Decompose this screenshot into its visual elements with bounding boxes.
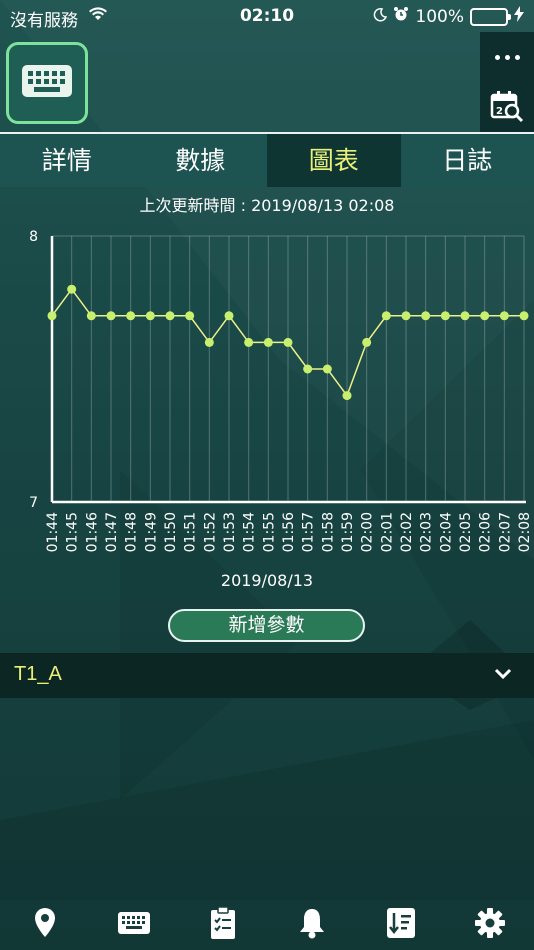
header-actions: 2 bbox=[480, 32, 534, 132]
svg-text:2: 2 bbox=[496, 106, 503, 117]
tab-log[interactable]: 日誌 bbox=[401, 134, 534, 187]
x-tick-label: 02:05 bbox=[458, 512, 474, 552]
data-point bbox=[145, 311, 155, 321]
clipboard-checklist-icon bbox=[210, 906, 236, 944]
nav-sort[interactable] bbox=[381, 905, 421, 945]
device-badge bbox=[6, 42, 88, 124]
tab-details[interactable]: 詳情 bbox=[0, 134, 134, 187]
x-tick-label: 01:46 bbox=[84, 512, 100, 552]
tab-bar: 詳情 數據 圖表 日誌 bbox=[0, 132, 534, 187]
y-tick-label: 7 bbox=[29, 495, 38, 511]
tab-chart[interactable]: 圖表 bbox=[267, 134, 401, 187]
data-point bbox=[519, 311, 529, 321]
data-point bbox=[362, 337, 372, 347]
x-tick-label: 01:51 bbox=[183, 512, 199, 552]
keyboard-icon bbox=[21, 64, 73, 102]
parameter-name: T1_A bbox=[14, 663, 62, 685]
gear-icon bbox=[474, 907, 506, 943]
y-tick-label: 8 bbox=[29, 229, 38, 245]
x-tick-label: 01:53 bbox=[222, 512, 238, 552]
x-tick-label: 02:00 bbox=[360, 512, 376, 552]
tab-data[interactable]: 數據 bbox=[134, 134, 268, 187]
alarm-icon bbox=[393, 6, 409, 27]
battery-icon bbox=[470, 7, 511, 26]
more-icon bbox=[494, 54, 520, 60]
line-chart: 7801:44 01:45 01:46 01:47 01:48 01:49 01:50 01:… bbox=[29, 229, 533, 552]
x-tick-label: 01:44 bbox=[45, 512, 61, 552]
data-point bbox=[204, 337, 214, 347]
data-point bbox=[283, 337, 293, 347]
data-point bbox=[185, 311, 195, 321]
data-point bbox=[421, 311, 431, 321]
x-tick-label: 02:08 bbox=[517, 512, 533, 552]
nav-location[interactable] bbox=[25, 905, 65, 945]
x-tick-label: 01:59 bbox=[340, 512, 356, 552]
calendar-search-icon: 2 bbox=[490, 91, 524, 128]
add-parameter-button[interactable]: 新增參數 bbox=[168, 609, 365, 642]
header: 2 bbox=[0, 32, 534, 132]
bell-icon bbox=[298, 907, 326, 943]
data-point bbox=[303, 364, 313, 374]
data-point bbox=[126, 311, 136, 321]
battery-percent: 100% bbox=[415, 6, 464, 27]
x-tick-label: 01:54 bbox=[242, 512, 258, 552]
status-bar: 沒有服務 02:10 100% bbox=[0, 0, 534, 32]
x-tick-label: 01:55 bbox=[261, 512, 277, 552]
x-tick-label: 01:47 bbox=[104, 512, 120, 552]
chevron-down-icon bbox=[494, 665, 512, 684]
location-pin-icon bbox=[33, 907, 57, 943]
chart-x-label: 2019/08/13 bbox=[220, 571, 314, 590]
x-tick-label: 02:07 bbox=[497, 512, 513, 552]
x-tick-label: 01:49 bbox=[143, 512, 159, 552]
nav-settings[interactable] bbox=[470, 905, 510, 945]
data-point bbox=[401, 311, 411, 321]
x-tick-label: 01:56 bbox=[281, 512, 297, 552]
x-tick-label: 01:52 bbox=[202, 512, 218, 552]
x-tick-label: 01:50 bbox=[163, 512, 179, 552]
x-tick-label: 01:58 bbox=[320, 512, 336, 552]
x-tick-label: 02:03 bbox=[419, 512, 435, 552]
data-point bbox=[106, 311, 116, 321]
data-point bbox=[460, 311, 470, 321]
data-point bbox=[86, 311, 96, 321]
x-tick-label: 02:06 bbox=[478, 512, 494, 552]
data-point bbox=[224, 311, 234, 321]
data-point bbox=[244, 337, 254, 347]
data-point bbox=[440, 311, 450, 321]
nav-checklist[interactable] bbox=[203, 905, 243, 945]
keyboard-icon bbox=[117, 911, 151, 939]
moon-icon bbox=[373, 7, 388, 27]
x-tick-label: 02:04 bbox=[438, 512, 454, 552]
x-tick-label: 01:57 bbox=[301, 512, 317, 552]
x-tick-label: 01:48 bbox=[124, 512, 140, 552]
x-tick-label: 01:45 bbox=[65, 512, 81, 552]
parameter-selector[interactable]: T1_A bbox=[0, 653, 534, 698]
data-point bbox=[67, 284, 77, 294]
nav-alerts[interactable] bbox=[292, 905, 332, 945]
charging-icon bbox=[514, 6, 524, 27]
data-point bbox=[263, 337, 273, 347]
calendar-search-button[interactable]: 2 bbox=[490, 90, 524, 124]
nav-keyboard[interactable] bbox=[114, 905, 154, 945]
sort-list-icon bbox=[386, 907, 416, 943]
x-tick-label: 02:02 bbox=[399, 512, 415, 552]
bottom-nav bbox=[0, 900, 534, 950]
x-tick-label: 02:01 bbox=[379, 512, 395, 552]
data-point bbox=[342, 391, 352, 401]
last-updated: 上次更新時間 : 2019/08/13 02:08 bbox=[139, 196, 395, 215]
data-point bbox=[165, 311, 175, 321]
data-point bbox=[322, 364, 332, 374]
data-point bbox=[47, 311, 57, 321]
data-point bbox=[499, 311, 509, 321]
data-point bbox=[480, 311, 490, 321]
data-point bbox=[381, 311, 391, 321]
more-button[interactable] bbox=[480, 42, 534, 72]
